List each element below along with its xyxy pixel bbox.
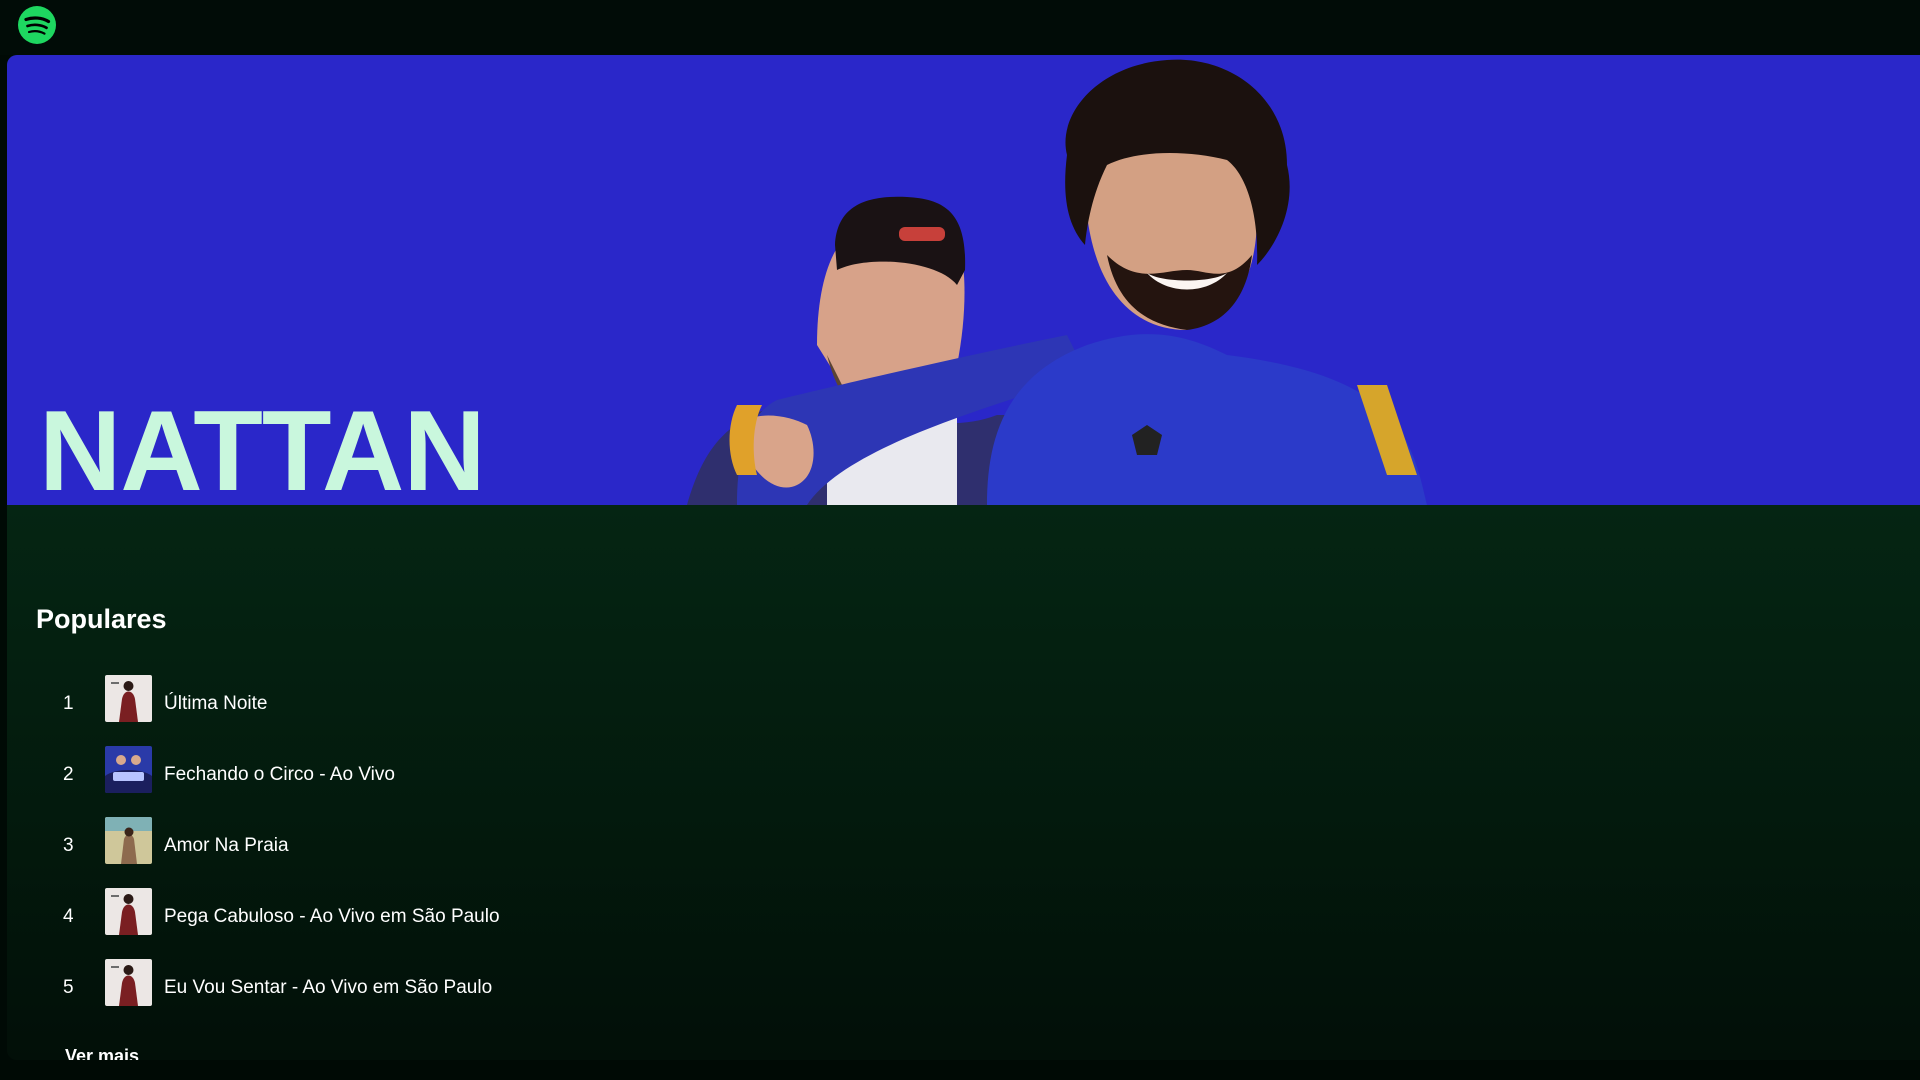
track-row[interactable]: 1 Última Noite bbox=[7, 675, 807, 746]
track-number: 2 bbox=[63, 764, 74, 785]
track-title[interactable]: Amor Na Praia bbox=[164, 835, 289, 857]
track-title[interactable]: Pega Cabuloso - Ao Vivo em São Paulo bbox=[164, 906, 500, 928]
artist-name: NATTAN bbox=[39, 388, 486, 506]
track-number: 5 bbox=[63, 977, 74, 998]
popular-track-list: 1 Última Noite 2 Fechando o Circo - Ao V… bbox=[7, 675, 807, 1030]
artist-hero-banner: NATTAN bbox=[7, 55, 1920, 505]
track-row[interactable]: 5 Eu Vou Sentar - Ao Vivo em São Paulo bbox=[7, 959, 807, 1030]
track-number: 1 bbox=[63, 693, 74, 714]
artist-page: NATTAN Populares 1 Última Noite 2 Fechan… bbox=[7, 55, 1920, 1060]
track-cover-art bbox=[105, 817, 152, 864]
track-title[interactable]: Fechando o Circo - Ao Vivo bbox=[164, 764, 395, 786]
track-cover-art bbox=[105, 746, 152, 793]
track-title[interactable]: Eu Vou Sentar - Ao Vivo em São Paulo bbox=[164, 977, 492, 999]
track-row[interactable]: 4 Pega Cabuloso - Ao Vivo em São Paulo bbox=[7, 888, 807, 959]
track-number: 4 bbox=[63, 906, 74, 927]
top-bar bbox=[0, 0, 1920, 55]
see-more-button[interactable]: Ver mais bbox=[65, 1046, 139, 1060]
track-cover-art bbox=[105, 888, 152, 935]
track-row[interactable]: 3 Amor Na Praia bbox=[7, 817, 807, 888]
track-number: 3 bbox=[63, 835, 74, 856]
track-row[interactable]: 2 Fechando o Circo - Ao Vivo bbox=[7, 746, 807, 817]
artist-photo bbox=[687, 59, 1427, 505]
track-cover-art bbox=[105, 675, 152, 722]
track-title[interactable]: Última Noite bbox=[164, 693, 267, 715]
track-cover-art bbox=[105, 959, 152, 1006]
popular-section-title: Populares bbox=[36, 604, 167, 634]
spotify-logo-icon[interactable] bbox=[17, 5, 57, 45]
